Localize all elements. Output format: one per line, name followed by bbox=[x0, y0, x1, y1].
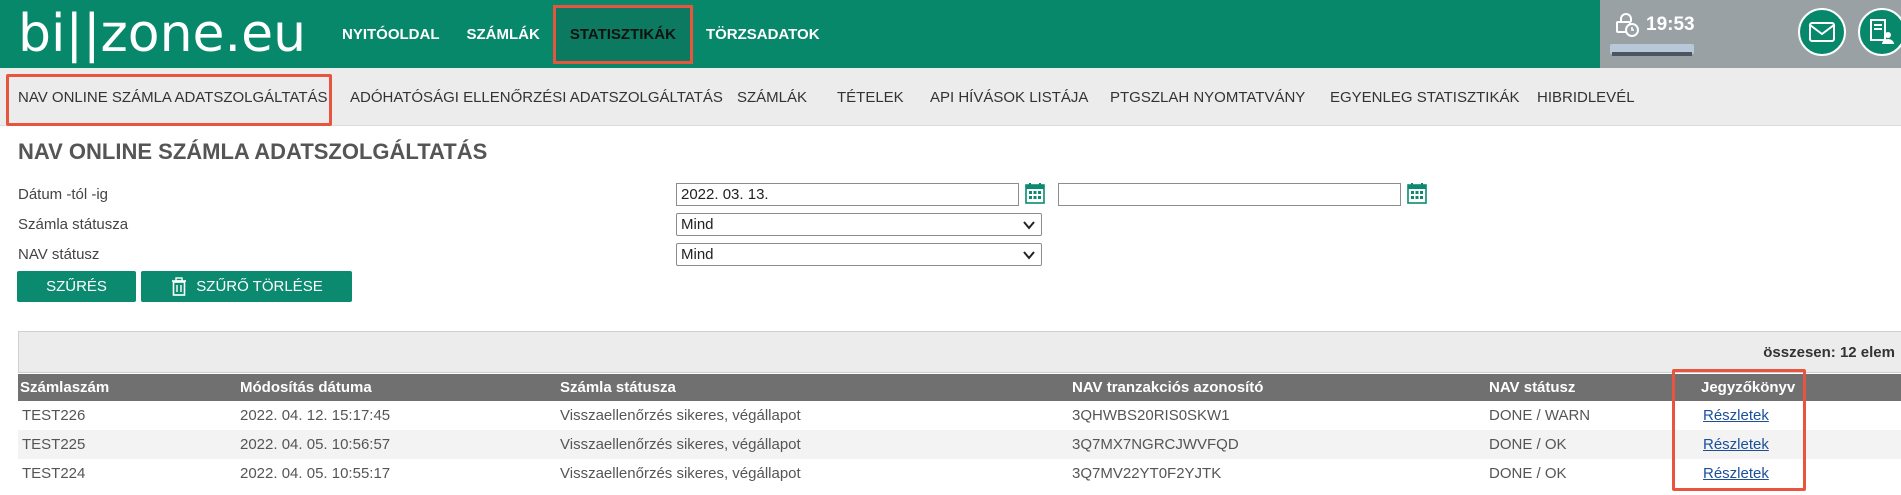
invoice-status-select[interactable]: Mind bbox=[676, 213, 1042, 236]
calendar-icon[interactable] bbox=[1025, 182, 1045, 204]
clear-filter-button[interactable]: SZŰRŐ TÖRLÉSE bbox=[141, 271, 352, 302]
filter-button[interactable]: SZŰRÉS bbox=[17, 271, 136, 302]
table-row: TEST225 2022. 04. 05. 10:56:57 Visszaell… bbox=[18, 430, 1901, 459]
cell-nav-status: DONE / OK bbox=[1489, 436, 1567, 453]
filter-button-label: SZŰRÉS bbox=[46, 278, 107, 295]
cell-modified-date: 2022. 04. 12. 15:17:45 bbox=[240, 407, 391, 424]
subnav-balance-stats[interactable]: EGYENLEG STATISZTIKÁK bbox=[1330, 89, 1520, 106]
col-header-nav-status[interactable]: NAV státusz bbox=[1489, 379, 1575, 396]
subnav-hybrid-letter[interactable]: HIBRIDLEVÉL bbox=[1537, 89, 1635, 106]
invoice-status-value: Mind bbox=[681, 216, 714, 233]
nav-item-invoices[interactable]: SZÁMLÁK bbox=[467, 26, 540, 43]
date-range-label: Dátum -tól -ig bbox=[18, 186, 109, 203]
user-panel: 19:53 bbox=[1600, 0, 1901, 68]
clear-filter-button-label: SZŰRŐ TÖRLÉSE bbox=[196, 278, 323, 295]
cell-invoice-status: Visszaellenőrzés sikeres, végállapot bbox=[560, 407, 801, 424]
chevron-down-icon bbox=[1023, 221, 1035, 230]
highlight-box-subnav bbox=[6, 74, 332, 126]
subnav-tax-audit[interactable]: ADÓHATÓSÁGI ELLENŐRZÉSI ADATSZOLGÁLTATÁS bbox=[350, 89, 723, 106]
nav-item-home[interactable]: NYITÓOLDAL bbox=[342, 26, 440, 43]
calendar-icon[interactable] bbox=[1407, 182, 1427, 204]
date-from-input[interactable]: 2022. 03. 13. bbox=[676, 183, 1019, 206]
nav-status-label: NAV státusz bbox=[18, 246, 100, 263]
user-name-redacted-bar bbox=[1612, 52, 1692, 56]
subnav-items[interactable]: TÉTELEK bbox=[837, 89, 904, 106]
top-header: bi||zone.eu NYITÓOLDAL SZÁMLÁK STATISZTI… bbox=[0, 0, 1901, 68]
cell-nav-status: DONE / WARN bbox=[1489, 407, 1591, 424]
cell-modified-date: 2022. 04. 05. 10:56:57 bbox=[240, 436, 391, 453]
total-count: összesen: 12 elem bbox=[1763, 344, 1895, 361]
cell-nav-transaction-id: 3QHWBS20RIS0SKW1 bbox=[1072, 407, 1230, 424]
nav-status-select[interactable]: Mind bbox=[676, 243, 1042, 266]
document-user-icon bbox=[1870, 19, 1894, 44]
nav-item-master-data[interactable]: TÖRZSADATOK bbox=[706, 26, 820, 43]
clock-time: 19:53 bbox=[1646, 14, 1695, 35]
nav-item-statistics[interactable]: STATISZTIKÁK bbox=[552, 4, 693, 64]
cell-nav-status: DONE / OK bbox=[1489, 465, 1567, 482]
cell-invoice-number: TEST226 bbox=[22, 407, 86, 424]
session-clock: 19:53 bbox=[1614, 12, 1695, 38]
table-toolbar: összesen: 12 elem bbox=[18, 331, 1901, 373]
table-row: TEST224 2022. 04. 05. 10:55:17 Visszaell… bbox=[18, 459, 1901, 488]
clock-lock-icon bbox=[1616, 13, 1639, 37]
chevron-down-icon bbox=[1023, 251, 1035, 260]
mail-icon bbox=[1809, 22, 1835, 42]
table-header: Számlaszám Módosítás dátuma Számla státu… bbox=[18, 374, 1901, 401]
highlight-box-protocol-column bbox=[1672, 369, 1806, 491]
col-header-modified-date[interactable]: Módosítás dátuma bbox=[240, 379, 372, 396]
cell-invoice-status: Visszaellenőrzés sikeres, végállapot bbox=[560, 465, 801, 482]
cell-nav-transaction-id: 3Q7MV22YT0F2YJTK bbox=[1072, 465, 1222, 482]
cell-nav-transaction-id: 3Q7MX7NGRCJWVFQD bbox=[1072, 436, 1239, 453]
table-row: TEST226 2022. 04. 12. 15:17:45 Visszaell… bbox=[18, 401, 1901, 430]
col-header-nav-transaction-id[interactable]: NAV tranzakciós azonosító bbox=[1072, 379, 1263, 396]
cell-modified-date: 2022. 04. 05. 10:55:17 bbox=[240, 465, 391, 482]
main-nav: NYITÓOLDAL SZÁMLÁK STATISZTIKÁK TÖRZSADA… bbox=[342, 0, 847, 68]
nav-item-statistics-label: STATISZTIKÁK bbox=[569, 25, 676, 43]
trash-icon bbox=[172, 276, 187, 296]
subnav-invoices[interactable]: SZÁMLÁK bbox=[737, 89, 807, 106]
logo[interactable]: bi||zone.eu bbox=[18, 2, 306, 66]
cell-invoice-status: Visszaellenőrzés sikeres, végállapot bbox=[560, 436, 801, 453]
date-to-input[interactable] bbox=[1058, 183, 1401, 206]
invoice-status-label: Számla státusza bbox=[18, 216, 129, 233]
cell-invoice-number: TEST224 bbox=[22, 465, 86, 482]
subnav-api-calls[interactable]: API HÍVÁSOK LISTÁJA bbox=[930, 89, 1088, 106]
nav-status-value: Mind bbox=[681, 246, 714, 263]
page-title: NAV ONLINE SZÁMLA ADATSZOLGÁLTATÁS bbox=[18, 139, 488, 164]
messages-button[interactable] bbox=[1798, 8, 1846, 56]
subnav-ptgszlah[interactable]: PTGSZLAH NYOMTATVÁNY bbox=[1110, 89, 1305, 106]
col-header-invoice-number[interactable]: Számlaszám bbox=[20, 379, 109, 396]
logo-text: bi||zone.eu bbox=[18, 4, 307, 64]
col-header-invoice-status[interactable]: Számla státusza bbox=[560, 379, 676, 396]
user-profile-button[interactable] bbox=[1858, 8, 1901, 56]
cell-invoice-number: TEST225 bbox=[22, 436, 86, 453]
